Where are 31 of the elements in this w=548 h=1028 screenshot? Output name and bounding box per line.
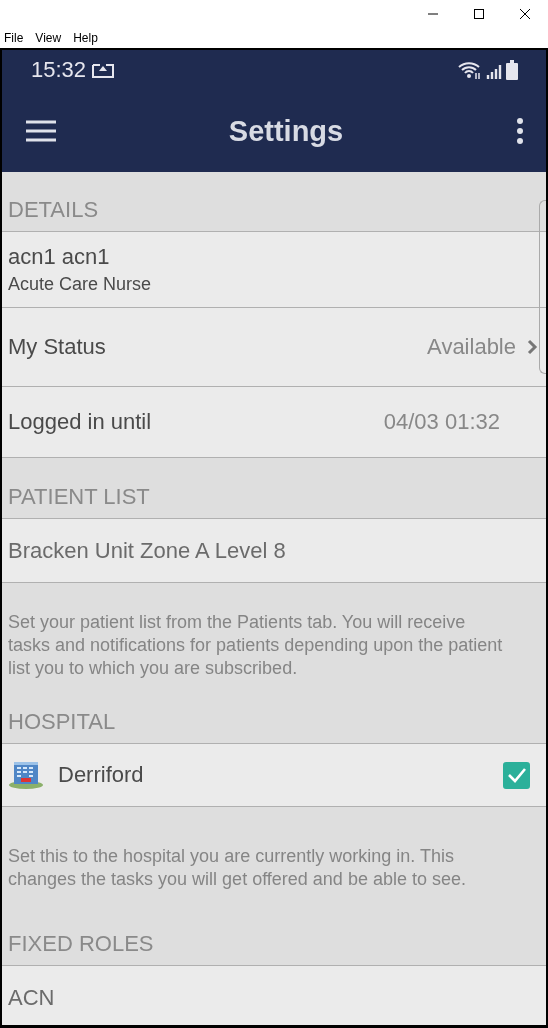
menu-item[interactable]: Help (73, 31, 106, 45)
item-label: ACN (8, 984, 55, 1011)
building-icon (8, 760, 44, 790)
menu-item[interactable]: File (4, 31, 32, 45)
help-text: Set this to the hospital you are currently working in. This changes the tasks you will get offered and be able to see. (7, 845, 467, 891)
help-text: Set your patient list from the Patients tab. You will receive tasks and notifications for patients depending upon the patient list you to which you are subscribed. (7, 611, 504, 680)
row-value: 04/03 01:32 (383, 409, 500, 435)
user-role: Acute Care Nurse (8, 274, 152, 295)
hospital-row[interactable]: Derriford (2, 744, 546, 807)
row-label: Logged in until (8, 409, 152, 435)
menu-icon[interactable] (26, 120, 56, 142)
row-value: Available (427, 334, 516, 360)
row-label: Derriford (58, 762, 144, 788)
cast-icon (92, 62, 115, 78)
wifi-icon (458, 61, 482, 79)
chevron-right-icon (526, 339, 538, 355)
more-options-icon[interactable] (516, 118, 524, 144)
item-label: Bracken Unit Zone A Level 8 (8, 537, 286, 564)
row-label: My Status (8, 334, 106, 360)
close-icon[interactable] (520, 9, 530, 19)
checkmark-icon (506, 767, 527, 783)
checkbox[interactable] (503, 761, 530, 789)
user-name: acn1 acn1 (8, 244, 110, 270)
screen-title: Settings (227, 114, 345, 148)
status-row[interactable]: My Status Available (2, 308, 546, 387)
status-time: 15:32 (31, 57, 87, 83)
maximize-icon[interactable] (474, 9, 484, 19)
list-item[interactable]: Bracken Unit Zone A Level 8 (2, 519, 546, 583)
list-item[interactable]: ACN (2, 966, 546, 1025)
battery-icon (506, 60, 518, 80)
menu-item[interactable]: View (35, 31, 70, 45)
